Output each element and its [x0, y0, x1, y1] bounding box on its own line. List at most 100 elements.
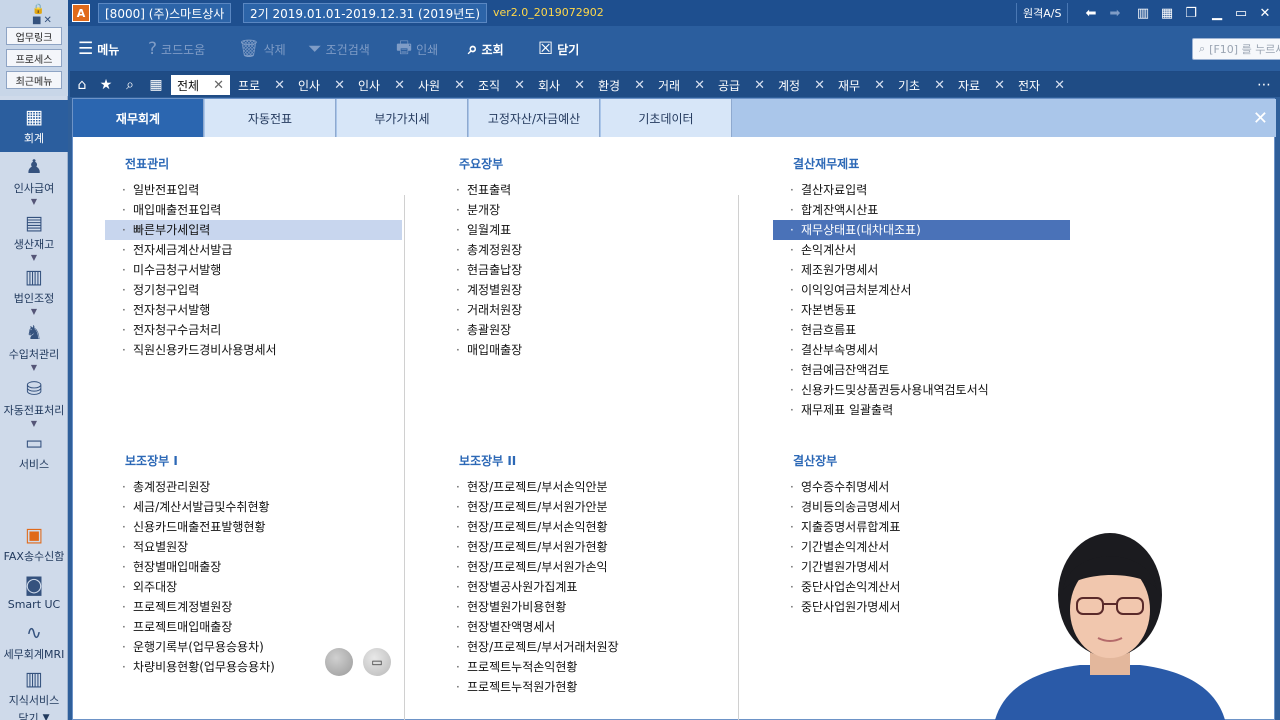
close-window-icon[interactable]: ✕: [1254, 3, 1276, 23]
tab[interactable]: 인사 ✕: [358, 75, 405, 95]
list-item[interactable]: 정기청구입력: [105, 280, 402, 300]
list-item[interactable]: 총계정관리원장: [105, 477, 402, 497]
list-item[interactable]: 현장별잔액명세서: [439, 617, 736, 637]
list-item[interactable]: 현금출납장: [439, 260, 736, 280]
list-item[interactable]: 프로젝트매입매출장: [105, 617, 402, 637]
tab-vat[interactable]: 부가가치세: [337, 99, 468, 137]
sidebar-item-tax-mri[interactable]: ∿ 세무회계MRI: [0, 622, 68, 662]
close-button[interactable]: ☒ 닫기: [538, 38, 579, 60]
close-icon[interactable]: ✕: [994, 78, 1005, 93]
process-button[interactable]: 프로세스: [6, 49, 62, 67]
condition-search-button[interactable]: ⏷ 조건검색: [308, 38, 370, 60]
tab-auto-voucher[interactable]: 자동전표: [205, 99, 336, 137]
list-item[interactable]: 현장/프로젝트/부서원가현황: [439, 537, 736, 557]
close-icon[interactable]: ✕: [814, 78, 825, 93]
tab-all[interactable]: 전체 ✕: [171, 75, 230, 95]
screen-off-icon[interactable]: ▭: [363, 648, 391, 676]
record-toggle-button[interactable]: [325, 648, 353, 676]
tab-financial-accounting[interactable]: 재무회계: [73, 99, 204, 137]
list-item[interactable]: 영수증수취명세서: [773, 477, 1070, 497]
list-item[interactable]: 프로젝트누적손익현황: [439, 657, 736, 677]
list-item[interactable]: 프로젝트누적원가현황: [439, 677, 736, 697]
sidebar-item-corporate-adjust[interactable]: ▥ 법인조정 ▼: [0, 266, 68, 316]
tab[interactable]: 자료 ✕: [958, 75, 1005, 95]
close-icon[interactable]: ✕: [514, 78, 525, 93]
list-item[interactable]: 재무제표 일괄출력: [773, 400, 1070, 420]
close-icon[interactable]: ✕: [1054, 78, 1065, 93]
list-item[interactable]: 매입매출전표입력: [105, 200, 402, 220]
list-item[interactable]: 일월계표: [439, 220, 736, 240]
list-item[interactable]: 세금/계산서발급및수취현황: [105, 497, 402, 517]
tab[interactable]: 공급 ✕: [718, 75, 765, 95]
tab[interactable]: 회사 ✕: [538, 75, 585, 95]
work-link-button[interactable]: 업무링크: [6, 27, 62, 45]
search-icon[interactable]: ⌕: [120, 75, 140, 94]
close-icon[interactable]: ✕: [394, 78, 405, 93]
sidebar-item-production[interactable]: ▤ 생산재고 ▼: [0, 212, 68, 262]
lock-icon[interactable]: 🔒■✕: [32, 4, 68, 26]
tab[interactable]: 사원 ✕: [418, 75, 465, 95]
list-item[interactable]: 손익계산서: [773, 240, 1070, 260]
list-item[interactable]: 현금흐름표: [773, 320, 1070, 340]
list-item[interactable]: 신용카드매출전표발행현황: [105, 517, 402, 537]
remote-support-button[interactable]: 원격A/S: [1016, 3, 1069, 23]
list-item[interactable]: 현장/프로젝트/부서원가안분: [439, 497, 736, 517]
close-icon[interactable]: ✕: [574, 78, 585, 93]
tab[interactable]: 인사 ✕: [298, 75, 345, 95]
close-icon[interactable]: ✕: [334, 78, 345, 93]
more-tabs-icon[interactable]: ⋯: [1254, 75, 1274, 94]
list-item[interactable]: 계정별원장: [439, 280, 736, 300]
list-item[interactable]: 빠른부가세입력: [105, 220, 402, 240]
list-item[interactable]: 일반전표입력: [105, 180, 402, 200]
tab[interactable]: 환경 ✕: [598, 75, 645, 95]
list-item[interactable]: 현장/프로젝트/부서원가손익: [439, 557, 736, 577]
tab[interactable]: 기초 ✕: [898, 75, 945, 95]
list-item[interactable]: 현장별매입매출장: [105, 557, 402, 577]
list-item[interactable]: 제조원가명세서: [773, 260, 1070, 280]
close-icon[interactable]: ✕: [1253, 108, 1268, 129]
delete-button[interactable]: 🗑 삭제: [238, 38, 286, 60]
list-item[interactable]: 미수금청구서발행: [105, 260, 402, 280]
tab[interactable]: 조직 ✕: [478, 75, 525, 95]
tab[interactable]: 전자 ✕: [1018, 75, 1065, 95]
menu-button[interactable]: ☰ 메뉴: [78, 38, 119, 60]
sidebar-item-knowledge[interactable]: ▥ 지식서비스: [0, 668, 68, 708]
tab[interactable]: 거래 ✕: [658, 75, 705, 95]
sidebar-item-accounting[interactable]: ▦ 회계: [0, 100, 68, 152]
recent-menu-button[interactable]: 최근메뉴: [6, 71, 62, 89]
minimize-icon[interactable]: ▁: [1206, 3, 1228, 23]
sidebar-item-smart-uc[interactable]: ◙ Smart UC: [0, 574, 68, 611]
close-icon[interactable]: ✕: [634, 78, 645, 93]
list-item[interactable]: 결산부속명세서: [773, 340, 1070, 360]
sidebar-item-import[interactable]: ♞ 수입처관리 ▼: [0, 322, 68, 372]
sidebar-item-fax[interactable]: ▣ FAX송수신함: [0, 524, 68, 564]
list-item[interactable]: 차량비용현황(업무용승용차): [105, 657, 402, 677]
close-icon[interactable]: ✕: [694, 78, 705, 93]
code-help-button[interactable]: ? 코드도움: [148, 38, 205, 60]
sidebar-item-service[interactable]: ▭ 서비스: [0, 432, 68, 472]
list-item[interactable]: 거래처원장: [439, 300, 736, 320]
list-item[interactable]: 현금예금잔액검토: [773, 360, 1070, 380]
tab[interactable]: 프로 ✕: [238, 75, 285, 95]
company-label[interactable]: [8000] (주)스마트상사: [98, 3, 232, 23]
list-item[interactable]: 합계잔액시산표: [773, 200, 1070, 220]
list-item[interactable]: 분개장: [439, 200, 736, 220]
list-item[interactable]: 적요별원장: [105, 537, 402, 557]
list-item[interactable]: 전자세금계산서발급: [105, 240, 402, 260]
tab-fixed-assets[interactable]: 고정자산/자금예산: [469, 99, 600, 137]
calendar-icon[interactable]: ▦: [146, 75, 166, 94]
back-arrow-icon[interactable]: ⬅: [1080, 3, 1102, 23]
list-item[interactable]: 직원신용카드경비사용명세서: [105, 340, 402, 360]
maximize-icon[interactable]: ▭: [1230, 3, 1252, 23]
list-item[interactable]: 매입매출장: [439, 340, 736, 360]
close-icon[interactable]: ✕: [934, 78, 945, 93]
tab[interactable]: 재무 ✕: [838, 75, 885, 95]
list-item[interactable]: 자본변동표: [773, 300, 1070, 320]
sidebar-close-button[interactable]: 닫기 ▼: [0, 710, 68, 720]
search-button[interactable]: ⌕ 조회: [468, 38, 504, 60]
tab[interactable]: 계정 ✕: [778, 75, 825, 95]
sidebar-item-auto-voucher[interactable]: ⛁ 자동전표처리 ▼: [0, 378, 68, 428]
grid-icon[interactable]: ▦: [1156, 3, 1178, 23]
list-item[interactable]: 프로젝트계정별원장: [105, 597, 402, 617]
tab-base-data[interactable]: 기초데이터: [601, 99, 732, 137]
